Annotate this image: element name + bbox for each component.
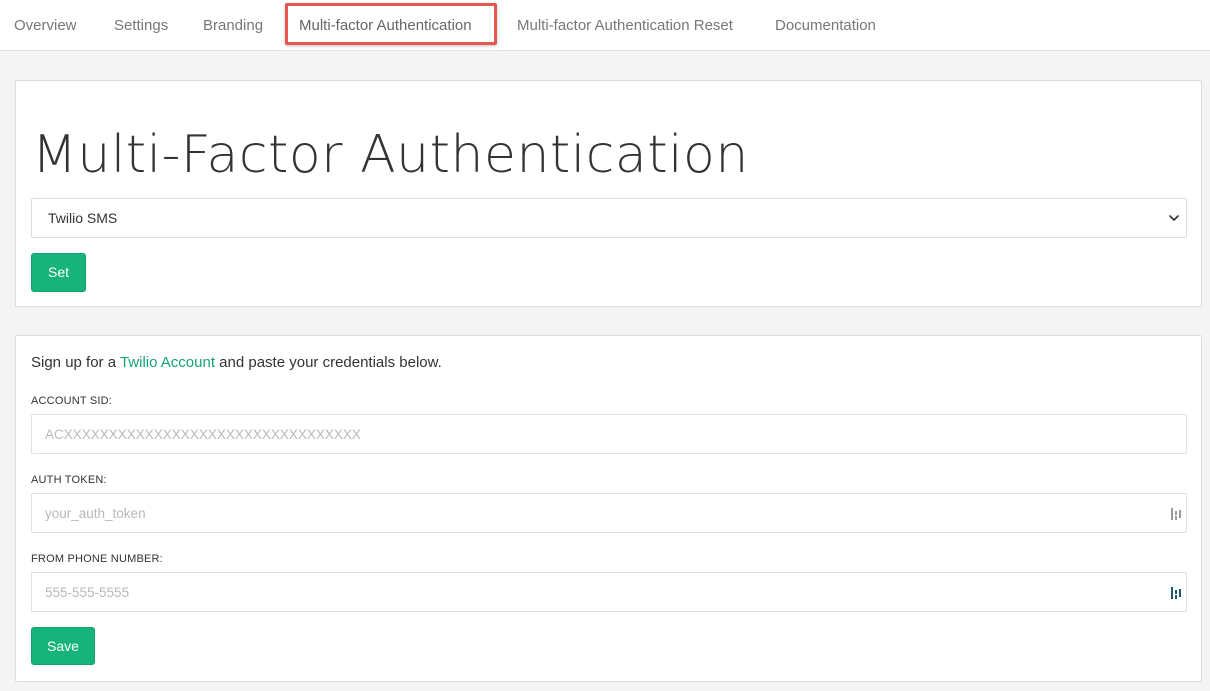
save-button[interactable]: Save xyxy=(31,627,95,665)
account-sid-input[interactable]: ACXXXXXXXXXXXXXXXXXXXXXXXXXXXXXXXXX xyxy=(31,414,1187,454)
auth-token-input[interactable]: your_auth_token xyxy=(31,493,1187,533)
chevron-down-icon xyxy=(1169,215,1179,221)
mfa-provider-selected-value: Twilio SMS xyxy=(48,210,118,226)
auth-token-label: AUTH TOKEN: xyxy=(31,474,107,486)
tab-documentation[interactable]: Documentation xyxy=(775,0,876,51)
from-phone-input[interactable]: 555-555-5555 xyxy=(31,572,1187,612)
set-button[interactable]: Set xyxy=(31,253,86,292)
intro-suffix: and paste your credentials below. xyxy=(215,354,442,371)
mfa-provider-card: Multi-Factor Authentication Twilio SMS S… xyxy=(15,80,1202,307)
account-sid-placeholder: ACXXXXXXXXXXXXXXXXXXXXXXXXXXXXXXXXX xyxy=(45,427,361,442)
mfa-provider-select[interactable]: Twilio SMS xyxy=(31,198,1187,238)
tab-settings[interactable]: Settings xyxy=(114,0,168,51)
page-title: Multi-Factor Authentication xyxy=(32,125,749,185)
tab-multi-factor-authentication-reset[interactable]: Multi-factor Authentication Reset xyxy=(517,0,733,51)
password-manager-icon[interactable] xyxy=(1170,506,1182,522)
tab-overview[interactable]: Overview xyxy=(14,0,77,51)
auth-token-placeholder: your_auth_token xyxy=(45,506,146,521)
account-sid-label: ACCOUNT SID: xyxy=(31,395,113,407)
from-phone-label: FROM PHONE NUMBER: xyxy=(31,553,163,565)
tab-bar: Overview Settings Branding Multi-factor … xyxy=(0,0,1210,51)
twilio-credentials-card: Sign up for a Twilio Account and paste y… xyxy=(15,335,1202,682)
twilio-account-link[interactable]: Twilio Account xyxy=(120,354,215,371)
from-phone-placeholder: 555-555-5555 xyxy=(45,585,130,600)
active-tab-highlight xyxy=(285,3,497,45)
intro-prefix: Sign up for a xyxy=(31,354,120,371)
tab-branding[interactable]: Branding xyxy=(203,0,263,51)
twilio-intro-text: Sign up for a Twilio Account and paste y… xyxy=(31,354,442,371)
password-manager-icon[interactable] xyxy=(1170,585,1182,601)
